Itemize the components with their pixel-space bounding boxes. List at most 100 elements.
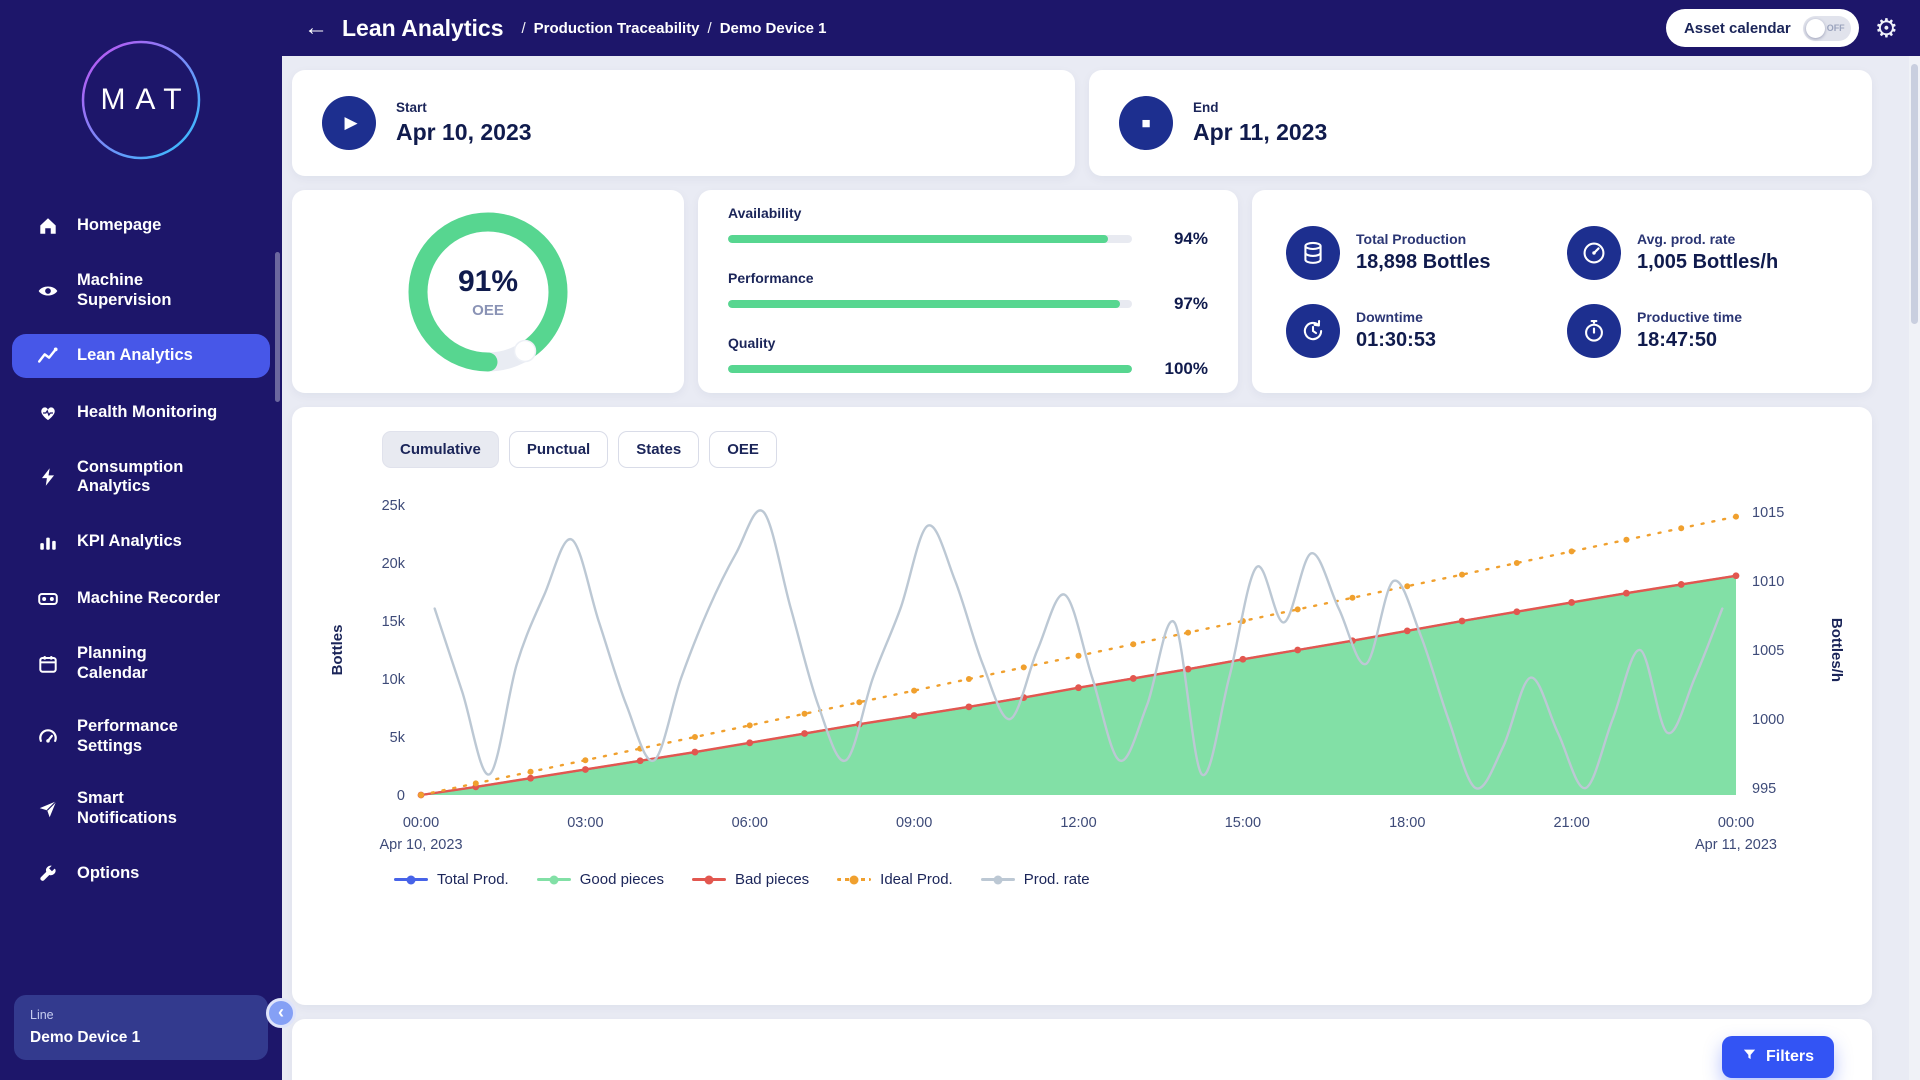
sidebar: MAT Homepage Machine Supervision Lean An…: [0, 0, 282, 1080]
tab-cumulative[interactable]: Cumulative: [382, 431, 499, 468]
sidebar-item-lean-analytics[interactable]: Lean Analytics: [12, 334, 270, 378]
sidebar-collapse-button[interactable]: ‹: [266, 998, 296, 1028]
sidebar-item-label: Planning Calendar: [77, 644, 148, 684]
chart-legend: Total Prod. Good pieces Bad pieces Ideal Pr…: [394, 871, 1848, 888]
sidebar-item-label: Health Monitoring: [77, 403, 217, 423]
switch-state-label: OFF: [1827, 23, 1845, 33]
metric-label: Availability: [728, 205, 1208, 221]
productive-time-stat: Productive time 18:47:50: [1567, 304, 1838, 358]
production-chart[interactable]: 05k10k15k20k25k995100010051010101500:00A…: [316, 490, 1848, 865]
tab-punctual[interactable]: Punctual: [509, 431, 608, 468]
legend-item-total-prod[interactable]: Total Prod.: [394, 871, 509, 888]
stat-value: 01:30:53: [1356, 329, 1436, 352]
bolt-icon: [36, 465, 60, 489]
legend-item-bad-pieces[interactable]: Bad pieces: [692, 871, 809, 888]
stat-value: 18:47:50: [1637, 329, 1742, 352]
breadcrumb-production-traceability[interactable]: Production Traceability: [534, 20, 700, 37]
tab-states[interactable]: States: [618, 431, 699, 468]
sidebar-item-label: Homepage: [77, 216, 161, 236]
sidebar-item-smart-notifications[interactable]: Smart Notifications: [12, 779, 270, 839]
sidebar-item-performance-settings[interactable]: Performance Settings: [12, 707, 270, 767]
sidebar-item-machine-recorder[interactable]: Machine Recorder: [12, 577, 270, 621]
availability-metric: Availability 94%: [728, 205, 1208, 249]
breadcrumb-separator: /: [521, 20, 525, 37]
stop-button[interactable]: ■: [1119, 96, 1173, 150]
sidebar-item-label: Smart Notifications: [77, 789, 177, 829]
legend-swatch: [394, 875, 428, 885]
main-content: ▶ Start Apr 10, 2023 ■ End Apr 11, 2023: [282, 56, 1920, 1080]
quality-bar: [728, 365, 1132, 373]
filters-button[interactable]: Filters: [1722, 1036, 1834, 1078]
svg-text:1015: 1015: [1752, 505, 1784, 521]
stat-value: 18,898 Bottles: [1356, 251, 1491, 274]
legend-swatch: [981, 875, 1015, 885]
play-button[interactable]: ▶: [322, 96, 376, 150]
metric-label: Performance: [728, 270, 1208, 286]
metric-value: 94%: [1146, 229, 1208, 249]
database-icon: [1286, 226, 1340, 280]
stat-label: Downtime: [1356, 309, 1436, 325]
svg-text:10k: 10k: [382, 672, 406, 688]
sidebar-item-health-monitoring[interactable]: Health Monitoring: [12, 391, 270, 435]
oee-gauge-card: 91% OEE: [292, 190, 684, 393]
end-date-card: ■ End Apr 11, 2023: [1089, 70, 1872, 176]
svg-text:995: 995: [1752, 781, 1776, 797]
line-selector-panel[interactable]: Line Demo Device 1: [14, 995, 268, 1060]
next-section-card: [292, 1019, 1872, 1080]
sidebar-item-machine-supervision[interactable]: Machine Supervision: [12, 261, 270, 321]
sidebar-item-homepage[interactable]: Homepage: [12, 204, 270, 248]
stat-label: Avg. prod. rate: [1637, 231, 1778, 247]
stopwatch-icon: [1567, 304, 1621, 358]
chart-tabs: Cumulative Punctual States OEE: [382, 431, 1848, 468]
back-arrow-icon[interactable]: ←: [304, 16, 328, 40]
svg-text:15k: 15k: [382, 614, 406, 630]
settings-gear-icon[interactable]: ⚙: [1875, 13, 1898, 44]
sidebar-scrollbar[interactable]: [275, 252, 280, 402]
page-scrollbar[interactable]: [1909, 56, 1920, 1080]
stat-value: 1,005 Bottles/h: [1637, 251, 1778, 274]
svg-text:Apr 11, 2023: Apr 11, 2023: [1695, 837, 1777, 853]
performance-bar: [728, 300, 1132, 308]
legend-item-good-pieces[interactable]: Good pieces: [537, 871, 664, 888]
line-panel-value: Demo Device 1: [30, 1029, 252, 1047]
tab-oee[interactable]: OEE: [709, 431, 777, 468]
sidebar-item-label: Machine Supervision: [77, 271, 171, 311]
end-date: Apr 11, 2023: [1193, 119, 1327, 146]
sidebar-item-kpi-analytics[interactable]: KPI Analytics: [12, 520, 270, 564]
production-stats-card: Total Production 18,898 Bottles Avg. pro…: [1252, 190, 1872, 393]
metric-label: Quality: [728, 335, 1208, 351]
svg-text:0: 0: [397, 788, 405, 804]
legend-swatch: [837, 875, 871, 885]
eye-icon: [36, 279, 60, 303]
sidebar-item-options[interactable]: Options: [12, 852, 270, 896]
breadcrumb-demo-device[interactable]: Demo Device 1: [720, 20, 827, 37]
start-date-card: ▶ Start Apr 10, 2023: [292, 70, 1075, 176]
breadcrumb-separator: /: [708, 20, 712, 37]
asset-calendar-toggle-pill[interactable]: Asset calendar OFF: [1666, 9, 1859, 47]
oee-gauge: 91% OEE: [396, 200, 580, 384]
asset-calendar-switch[interactable]: OFF: [1803, 16, 1851, 41]
svg-text:25k: 25k: [382, 498, 406, 514]
page-scrollbar-thumb[interactable]: [1911, 64, 1918, 324]
svg-text:06:00: 06:00: [732, 815, 768, 831]
svg-text:03:00: 03:00: [567, 815, 603, 831]
sidebar-nav: Homepage Machine Supervision Lean Analyt…: [0, 204, 282, 896]
svg-text:Apr 10, 2023: Apr 10, 2023: [379, 837, 462, 853]
sidebar-item-planning-calendar[interactable]: Planning Calendar: [12, 634, 270, 694]
total-production-stat: Total Production 18,898 Bottles: [1286, 226, 1557, 280]
stat-label: Total Production: [1356, 231, 1491, 247]
availability-bar: [728, 235, 1132, 243]
filters-button-label: Filters: [1766, 1048, 1814, 1066]
legend-label: Bad pieces: [735, 871, 809, 888]
legend-item-ideal-prod[interactable]: Ideal Prod.: [837, 871, 953, 888]
sidebar-item-consumption-analytics[interactable]: Consumption Analytics: [12, 448, 270, 508]
send-icon: [36, 797, 60, 821]
calendar-icon: [36, 652, 60, 676]
svg-text:12:00: 12:00: [1060, 815, 1096, 831]
logo-text: MAT: [71, 30, 211, 170]
legend-item-prod-rate[interactable]: Prod. rate: [981, 871, 1090, 888]
breadcrumb: / Production Traceability / Demo Device …: [521, 20, 826, 37]
oee-gauge-text: 91% OEE: [396, 200, 580, 384]
legend-label: Ideal Prod.: [880, 871, 953, 888]
svg-text:1010: 1010: [1752, 574, 1784, 590]
